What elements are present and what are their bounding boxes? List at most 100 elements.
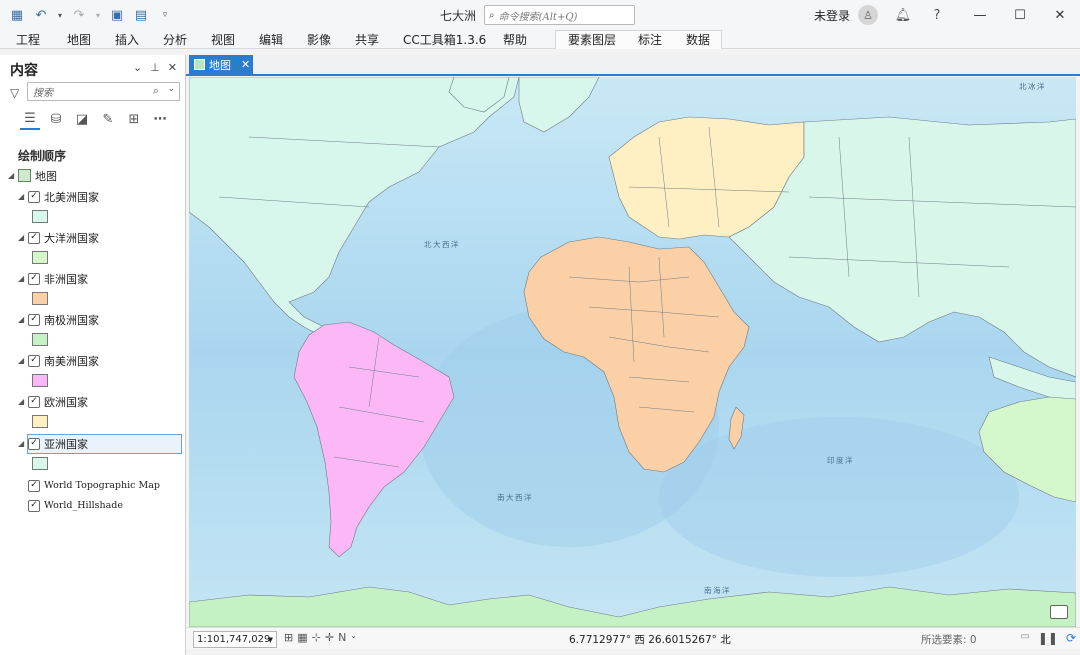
minimize-button[interactable]: —	[960, 0, 1000, 30]
coordinate-format-chevron-icon[interactable]: ⌄	[721, 632, 729, 642]
layer-europe[interactable]: ◢ ✓ 欧洲国家	[18, 393, 88, 410]
list-by-selection-icon[interactable]: ◪	[72, 108, 92, 130]
tab-project[interactable]: 工程	[16, 31, 40, 48]
contents-title: 内容	[10, 63, 38, 79]
scale-selector[interactable]: 1:101,747,029 ▼	[193, 631, 277, 648]
visibility-checkbox[interactable]: ✓	[28, 499, 40, 512]
tab-data[interactable]: 数据	[686, 31, 710, 48]
symbol-swatch[interactable]	[32, 292, 48, 305]
chevron-down-icon: ▼	[267, 635, 273, 644]
symbol-swatch[interactable]	[32, 251, 48, 264]
tab-imagery[interactable]: 影像	[307, 31, 331, 48]
pane-options-chevron-icon[interactable]: ⌄	[133, 61, 142, 74]
filter-icon[interactable]: ▽	[10, 86, 19, 100]
snapping-icon[interactable]: ⊹	[312, 631, 321, 644]
more-options-icon[interactable]: ⋯	[150, 108, 170, 130]
undo-icon[interactable]: ↶	[32, 6, 50, 24]
close-window-button[interactable]: ✕	[1040, 0, 1080, 30]
symbol-swatch[interactable]	[32, 333, 48, 346]
login-status[interactable]: 未登录	[814, 7, 850, 24]
expand-triangle-icon[interactable]: ◢	[18, 274, 28, 283]
visibility-checkbox[interactable]: ✓	[28, 231, 40, 244]
grid-icon[interactable]: ▦	[297, 631, 307, 644]
tab-cc-toolbox[interactable]: CC工具箱1.3.6	[403, 31, 486, 48]
tab-view[interactable]: 视图	[211, 31, 235, 48]
tab-edit[interactable]: 编辑	[259, 31, 283, 48]
tab-map-view[interactable]: 地图 ✕	[189, 55, 253, 74]
layer-south-america[interactable]: ◢ ✓ 南美洲国家	[18, 352, 99, 369]
map-node[interactable]: ◢ 地图	[8, 167, 57, 184]
search-icon[interactable]: ⌕	[153, 84, 159, 98]
open-folder-icon[interactable]: ▤	[132, 6, 150, 24]
list-by-editing-icon[interactable]: ✎	[98, 108, 118, 130]
layer-north-america[interactable]: ◢ ✓ 北美洲国家	[18, 188, 99, 205]
list-by-drawing-order-icon[interactable]: ☰	[20, 108, 40, 130]
crosshair-icon[interactable]: ✛	[325, 631, 334, 644]
close-tab-icon[interactable]: ✕	[241, 58, 250, 71]
visibility-checkbox[interactable]: ✓	[28, 437, 40, 450]
tab-feature-layer[interactable]: 要素图层	[568, 31, 616, 48]
tab-map[interactable]: 地图	[67, 31, 91, 48]
expand-triangle-icon[interactable]: ◢	[18, 192, 28, 201]
ocean-label-indian: 印度洋	[827, 455, 854, 465]
pause-drawing-icon[interactable]: ❚❚	[1038, 631, 1058, 645]
tab-labeling[interactable]: 标注	[638, 31, 662, 48]
tab-analysis[interactable]: 分析	[163, 31, 187, 48]
symbol-swatch[interactable]	[32, 210, 48, 223]
expand-triangle-icon[interactable]: ◢	[18, 315, 28, 324]
maximize-button[interactable]: ☐	[1000, 0, 1040, 30]
expand-triangle-icon[interactable]: ◢	[18, 233, 28, 242]
layer-oceania[interactable]: ◢ ✓ 大洋洲国家	[18, 229, 99, 246]
fixed-zoom-icon[interactable]: ⊞	[284, 631, 293, 644]
undo-dropdown-icon[interactable]: ▾	[56, 6, 64, 24]
refresh-selection-icon[interactable]: ▭	[1020, 631, 1029, 645]
tab-insert[interactable]: 插入	[115, 31, 139, 48]
contents-search-placeholder: 搜索	[33, 88, 53, 99]
visibility-checkbox[interactable]: ✓	[28, 190, 40, 203]
layer-antarctica[interactable]: ◢ ✓ 南极洲国家	[18, 311, 99, 328]
new-project-icon[interactable]: ▣	[108, 6, 126, 24]
close-pane-icon[interactable]: ✕	[168, 61, 177, 74]
basemap-hillshade[interactable]: ✓ World_Hillshade	[28, 497, 123, 514]
tab-share[interactable]: 共享	[355, 31, 379, 48]
expand-triangle-icon[interactable]: ◢	[18, 439, 28, 448]
help-icon[interactable]: ?	[926, 4, 948, 26]
customize-qat-icon[interactable]: ▿	[156, 6, 174, 24]
expand-triangle-icon[interactable]: ◢	[8, 171, 18, 180]
visibility-checkbox[interactable]: ✓	[28, 479, 40, 492]
expand-triangle-icon[interactable]: ◢	[18, 397, 28, 406]
symbol-swatch[interactable]	[32, 415, 48, 428]
map-canvas[interactable]: 北冰洋 北大西洋 南大西洋 印度洋 南海洋	[189, 77, 1076, 627]
visibility-checkbox[interactable]: ✓	[28, 395, 40, 408]
symbol-swatch[interactable]	[32, 374, 48, 387]
user-avatar-icon[interactable]: ♙	[858, 5, 878, 25]
search-options-chevron-icon[interactable]: ⌄	[167, 84, 175, 94]
notification-bell-icon[interactable]: 🔔︎	[892, 4, 914, 26]
layer-label: 大洋洲国家	[44, 231, 99, 245]
contents-pane: 内容 ⌄ ⊥ ✕ ▽ 搜索 ⌕ ⌄ ☰ ⛁ ◪ ✎ ⊞ ⋯ 绘制顺序 ◢ 地图 …	[0, 55, 186, 655]
visibility-checkbox[interactable]: ✓	[28, 313, 40, 326]
visibility-checkbox[interactable]: ✓	[28, 272, 40, 285]
basemap-topographic[interactable]: ✓ World Topographic Map	[28, 477, 160, 494]
layer-label: World_Hillshade	[44, 500, 124, 511]
chat-bubble-icon[interactable]	[1050, 605, 1068, 619]
redo-dropdown-icon[interactable]: ▾	[94, 6, 102, 24]
list-by-snapping-icon[interactable]: ⊞	[124, 108, 144, 130]
app-icon: ▦	[10, 7, 24, 23]
chevron-down-icon[interactable]: ⌄	[350, 631, 357, 644]
layer-asia[interactable]: ◢ ✓ 亚洲国家	[18, 435, 88, 452]
redo-icon[interactable]: ↷	[70, 6, 88, 24]
contents-search-input[interactable]: 搜索 ⌕ ⌄	[27, 82, 180, 101]
tab-help[interactable]: 帮助	[503, 31, 527, 48]
symbol-swatch[interactable]	[32, 457, 48, 470]
ocean-label-north-atlantic: 北大西洋	[424, 239, 460, 249]
layer-africa[interactable]: ◢ ✓ 非洲国家	[18, 270, 88, 287]
refresh-map-icon[interactable]: ⟳	[1066, 631, 1076, 645]
north-arrow-icon[interactable]: N	[338, 631, 346, 644]
pin-icon[interactable]: ⊥	[150, 61, 160, 74]
map-frame-icon	[18, 169, 31, 182]
visibility-checkbox[interactable]: ✓	[28, 354, 40, 367]
expand-triangle-icon[interactable]: ◢	[18, 356, 28, 365]
command-search-input[interactable]: ⌕ 命令搜索(Alt+Q)	[484, 5, 635, 25]
list-by-data-source-icon[interactable]: ⛁	[46, 108, 66, 130]
